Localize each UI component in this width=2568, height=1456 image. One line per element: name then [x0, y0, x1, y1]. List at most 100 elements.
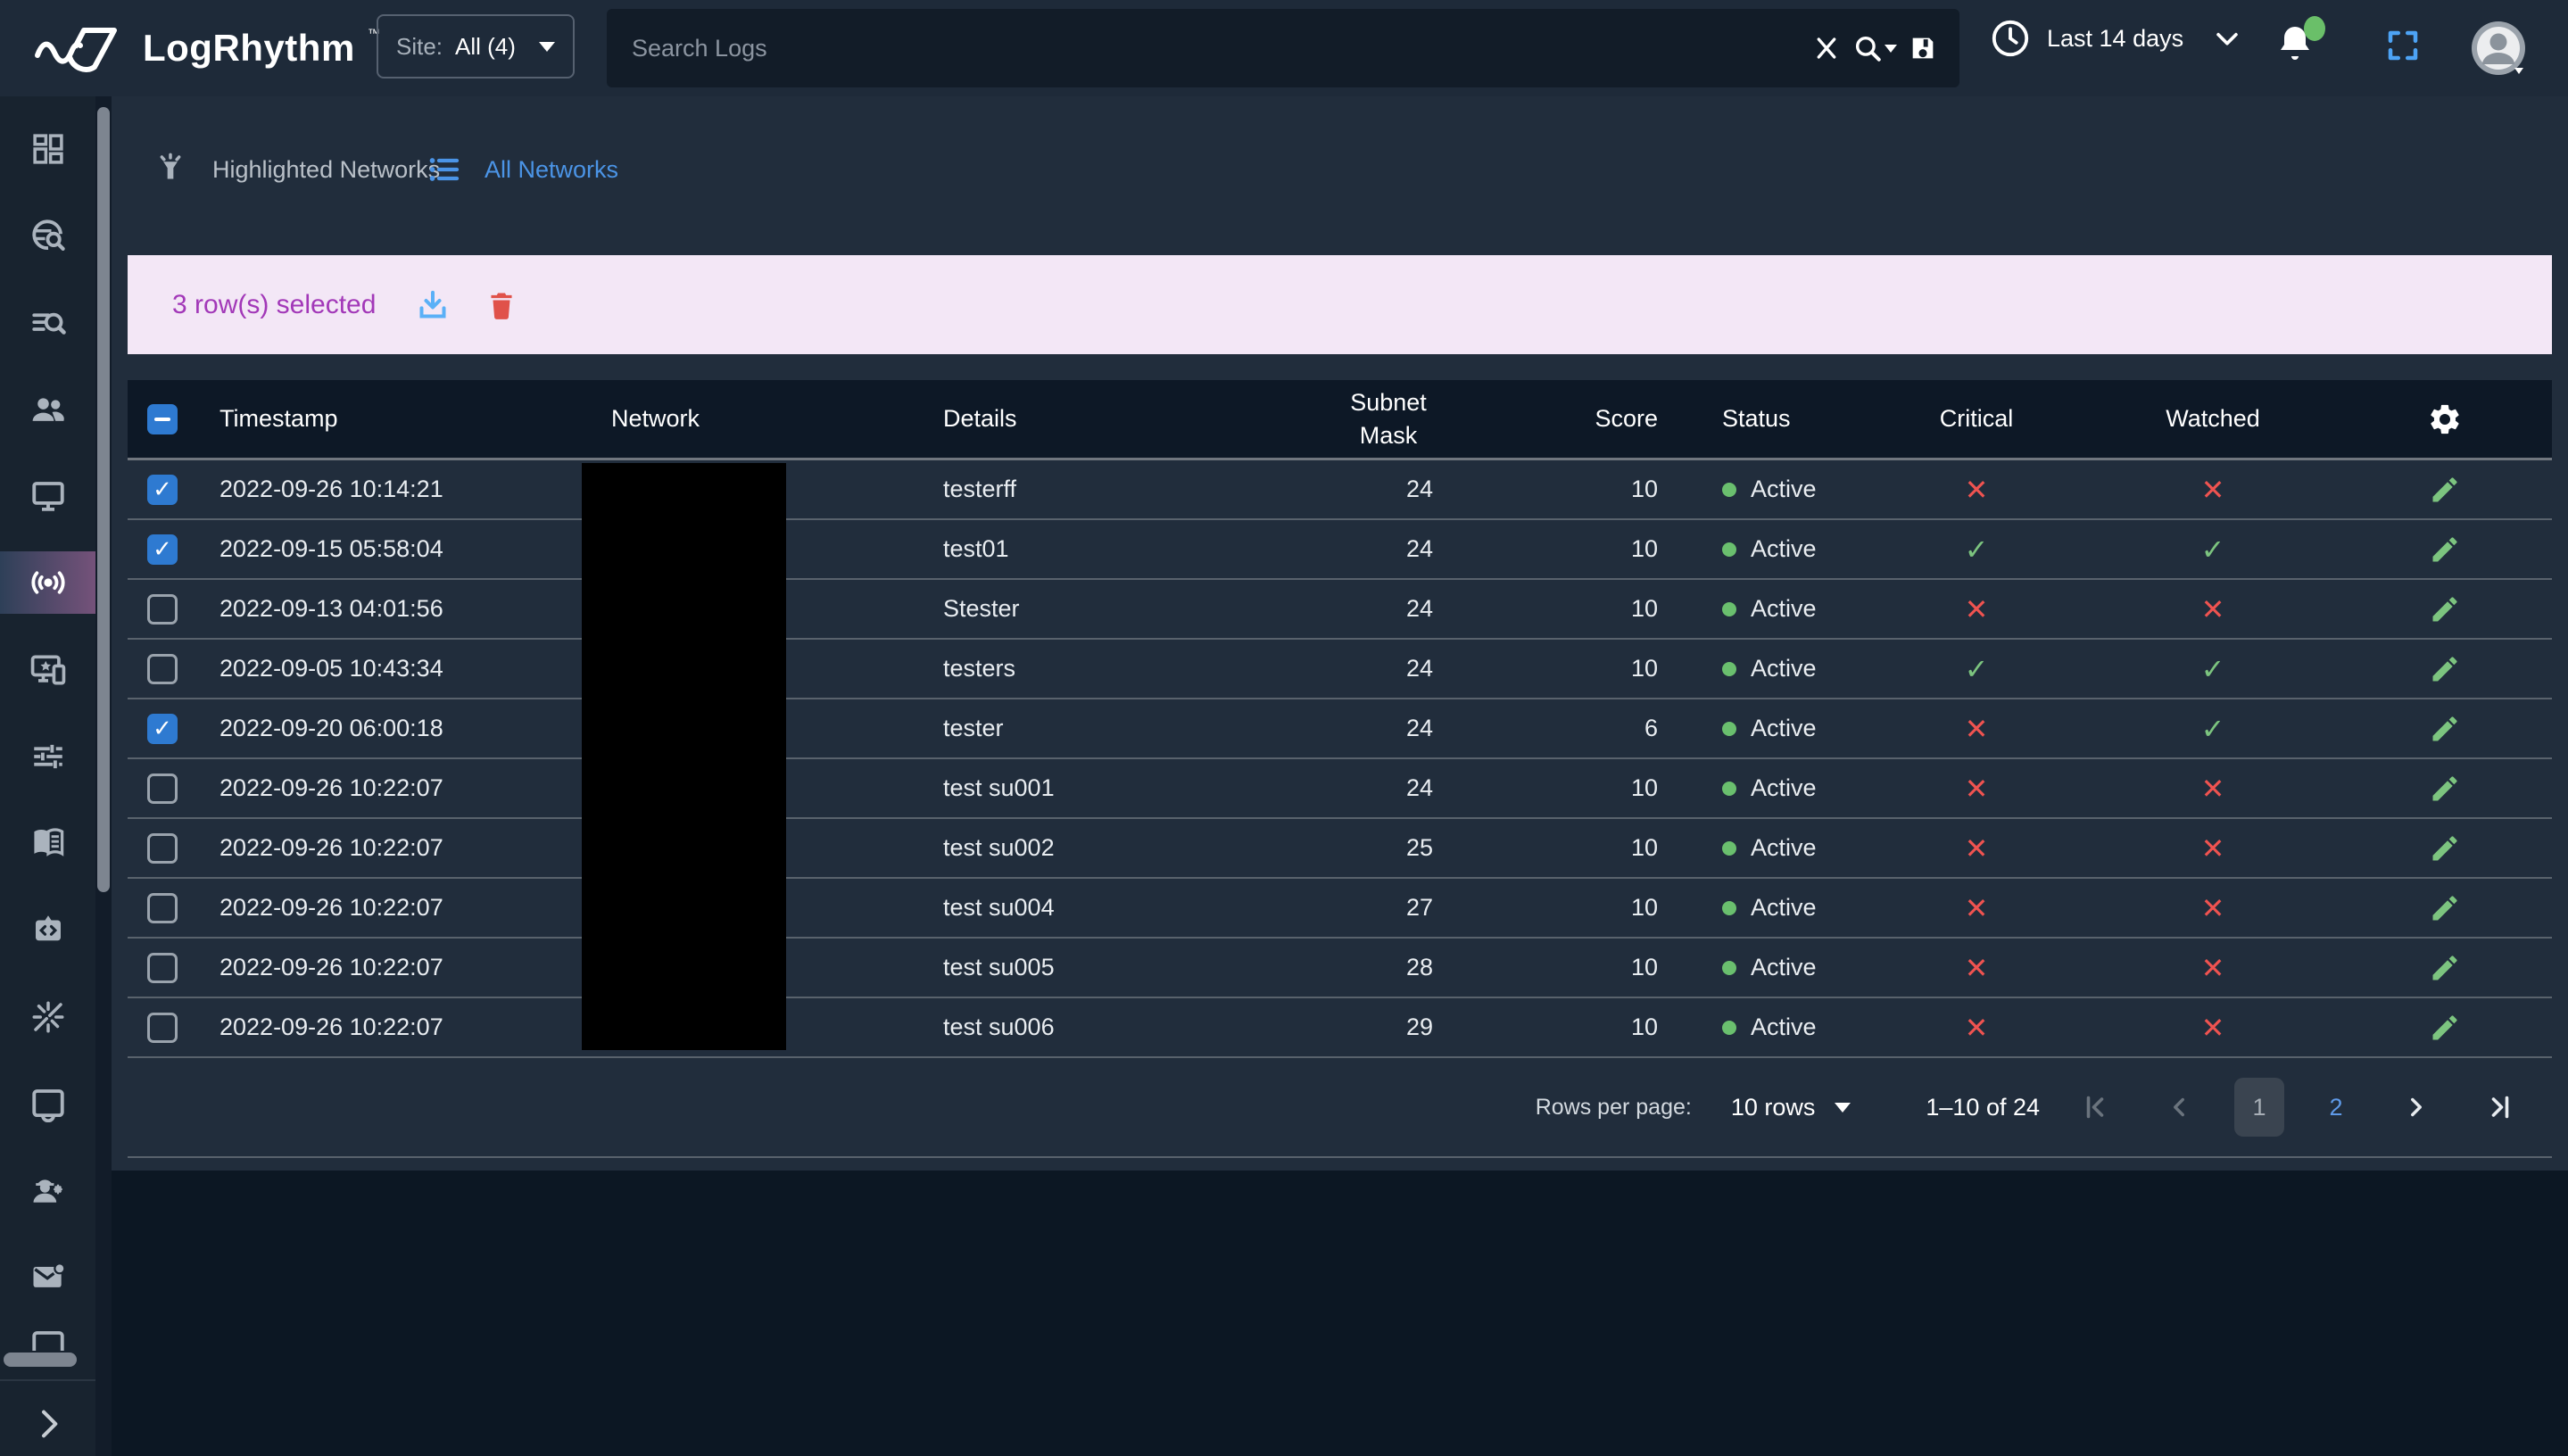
pencil-icon — [2429, 474, 2461, 506]
edit-row-button[interactable] — [2429, 832, 2461, 864]
cell-details: testers — [938, 640, 1286, 698]
row-checkbox[interactable] — [147, 893, 178, 923]
status-dot-icon — [1722, 841, 1736, 856]
selection-bar: 3 row(s) selected — [128, 255, 2552, 354]
sidebar-item-partial[interactable] — [0, 1320, 95, 1351]
sidebar-item-monitor[interactable] — [0, 465, 95, 527]
site-selector[interactable]: Site: All (4) — [377, 14, 575, 79]
tab-all-networks[interactable]: All Networks — [426, 143, 618, 196]
column-header-subnet-mask[interactable]: Subnet Mask — [1286, 380, 1435, 458]
monitor-icon — [29, 477, 67, 515]
sidebar-expand-button[interactable] — [0, 1392, 95, 1456]
column-settings-button[interactable] — [2338, 380, 2552, 458]
table-row[interactable]: 2022-09-05 10:43:34 testers 24 10 Active… — [128, 640, 2552, 699]
time-range-selector[interactable]: Last 14 days — [1990, 18, 2242, 59]
row-checkbox[interactable] — [147, 774, 178, 804]
edit-row-button[interactable] — [2429, 653, 2461, 685]
pencil-icon — [2429, 832, 2461, 864]
clear-search-icon[interactable] — [1802, 21, 1851, 75]
save-search-icon[interactable] — [1899, 21, 1947, 75]
edit-row-button[interactable] — [2429, 892, 2461, 924]
column-header-score[interactable]: Score — [1435, 380, 1660, 458]
sidebar-item-mail[interactable] — [0, 1245, 95, 1308]
table-row[interactable]: 2022-09-26 10:22:07 test su002 25 10 Act… — [128, 819, 2552, 879]
last-page-button[interactable] — [2472, 1079, 2529, 1136]
column-header-watched[interactable]: Watched — [2088, 380, 2338, 458]
edit-row-button[interactable] — [2429, 534, 2461, 566]
rows-per-page-select[interactable]: 10 rows — [1731, 1094, 1851, 1121]
sidebar-item-deployment[interactable] — [0, 898, 95, 961]
edit-row-button[interactable] — [2429, 773, 2461, 805]
partial-icon — [29, 1327, 67, 1351]
sidebar-item-analyze[interactable] — [0, 986, 95, 1048]
edit-row-button[interactable] — [2429, 474, 2461, 506]
row-checkbox[interactable] — [147, 475, 178, 505]
notifications-button[interactable] — [2274, 20, 2327, 77]
next-page-button[interactable] — [2388, 1079, 2445, 1136]
row-checkbox[interactable] — [147, 534, 178, 565]
previous-page-button[interactable] — [2150, 1079, 2208, 1136]
row-checkbox[interactable] — [147, 953, 178, 983]
column-header-critical[interactable]: Critical — [1865, 380, 2088, 458]
cell-subnet-mask: 24 — [1286, 759, 1435, 817]
delete-selected-button[interactable] — [485, 288, 518, 322]
row-checkbox[interactable] — [147, 654, 178, 684]
edit-row-button[interactable] — [2429, 713, 2461, 745]
fullscreen-button[interactable] — [2384, 27, 2422, 64]
row-checkbox[interactable] — [147, 833, 178, 864]
sidebar-item-log-search[interactable] — [0, 292, 95, 354]
search-options-caret-icon[interactable] — [1885, 45, 1897, 53]
sidebar-item-network-monitor[interactable] — [0, 551, 95, 614]
column-header-network[interactable]: Network — [606, 380, 938, 458]
sidebar-item-web-search[interactable] — [0, 204, 95, 267]
row-checkbox[interactable] — [147, 594, 178, 625]
table-row[interactable]: 2022-09-26 10:14:21 testerff 24 10 Activ… — [128, 460, 2552, 520]
cell-timestamp: 2022-09-13 04:01:56 — [213, 580, 606, 638]
search-icon[interactable] — [1851, 21, 1899, 75]
table-row[interactable]: 2022-09-13 04:01:56 Stester 24 10 Active… — [128, 580, 2552, 640]
sidebar-horizontal-scrollbar[interactable] — [4, 1353, 77, 1367]
table-row[interactable]: 2022-09-20 06:00:18 tester 24 6 Active ✕… — [128, 699, 2552, 759]
page-button-2[interactable]: 2 — [2311, 1078, 2361, 1137]
cell-timestamp: 2022-09-26 10:14:21 — [213, 460, 606, 518]
user-avatar[interactable] — [2470, 20, 2527, 77]
download-selected-button[interactable] — [415, 287, 451, 323]
sidebar-item-admin[interactable] — [0, 1159, 95, 1221]
table-row[interactable]: 2022-09-26 10:22:07 test su001 24 10 Act… — [128, 759, 2552, 819]
table-row[interactable]: 2022-09-26 10:22:07 test su004 27 10 Act… — [128, 879, 2552, 939]
edit-row-button[interactable] — [2429, 1012, 2461, 1044]
tab-highlighted-networks[interactable]: Highlighted Networks — [152, 143, 440, 196]
cell-status: Active — [1660, 699, 1865, 757]
sidebar-item-tune[interactable] — [0, 725, 95, 788]
row-checkbox[interactable] — [147, 714, 178, 744]
edit-row-button[interactable] — [2429, 593, 2461, 625]
sidebar-item-browser-tab[interactable] — [0, 1072, 95, 1135]
search-input[interactable] — [607, 35, 1802, 62]
column-header-status[interactable]: Status — [1660, 380, 1865, 458]
chevron-down-icon — [539, 42, 555, 52]
first-page-icon — [2079, 1091, 2111, 1123]
sidebar-item-dashboard[interactable] — [0, 118, 95, 180]
table-row[interactable]: 2022-09-26 10:22:07 test su005 28 10 Act… — [128, 939, 2552, 998]
sidebar-item-knowledge-book[interactable] — [0, 812, 95, 874]
watched-mark-icon: ✓ — [2201, 533, 2225, 567]
sidebar-scrollbar-thumb[interactable] — [97, 107, 110, 892]
table-row[interactable]: 2022-09-26 10:22:07 test su006 29 10 Act… — [128, 998, 2552, 1058]
sidebar-item-people[interactable] — [0, 378, 95, 441]
row-checkbox[interactable] — [147, 1013, 178, 1043]
critical-mark-icon: ✓ — [1965, 652, 1989, 686]
sidebar-item-devices[interactable] — [0, 639, 95, 701]
last-page-icon — [2484, 1091, 2516, 1123]
column-header-timestamp[interactable]: Timestamp — [213, 380, 606, 458]
dashboard-icon — [29, 130, 67, 168]
pencil-icon — [2429, 713, 2461, 745]
page-button-1[interactable]: 1 — [2234, 1078, 2284, 1137]
first-page-button[interactable] — [2067, 1079, 2124, 1136]
table-row[interactable]: 2022-09-15 05:58:04 test01 24 10 Active … — [128, 520, 2552, 580]
select-all-checkbox[interactable] — [147, 404, 178, 434]
cell-subnet-mask: 29 — [1286, 998, 1435, 1056]
column-header-details[interactable]: Details — [938, 380, 1286, 458]
edit-row-button[interactable] — [2429, 952, 2461, 984]
status-label: Active — [1751, 655, 1817, 682]
cell-details: test01 — [938, 520, 1286, 578]
